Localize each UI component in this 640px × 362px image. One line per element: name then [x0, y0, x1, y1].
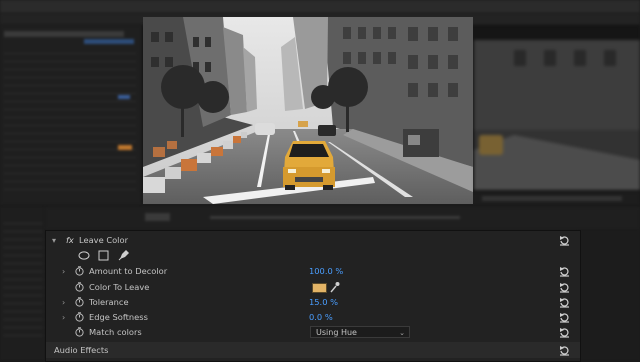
- tolerance-value[interactable]: 15.0 %: [309, 295, 338, 310]
- property-label: Match colors: [89, 327, 142, 337]
- edge-softness-value[interactable]: 0.0 %: [309, 310, 333, 325]
- timeline-right-bg: [579, 230, 640, 360]
- stopwatch-icon[interactable]: [75, 266, 84, 276]
- stopwatch-icon[interactable]: [75, 282, 84, 292]
- fx-badge[interactable]: fx: [66, 233, 74, 248]
- property-row-tolerance: › Tolerance 15.0 %: [46, 295, 580, 310]
- timeline-bg: [45, 207, 640, 230]
- dropdown-value: Using Hue: [316, 328, 357, 337]
- property-row-match-colors: Match colors Using Hue ⌄: [46, 325, 580, 340]
- project-panel-bg: [0, 207, 45, 360]
- chevron-right-icon[interactable]: ›: [62, 264, 65, 279]
- stopwatch-icon[interactable]: [75, 327, 84, 337]
- effect-header-row[interactable]: ▾ fx Leave Color: [46, 233, 580, 248]
- audio-effects-header[interactable]: Audio Effects: [46, 342, 580, 358]
- property-row-amount-to-decolor: › Amount to Decolor 100.0 %: [46, 264, 580, 279]
- property-label: Color To Leave: [89, 282, 150, 292]
- chevron-right-icon[interactable]: ›: [62, 295, 65, 310]
- eyedropper-icon[interactable]: [329, 281, 340, 293]
- program-monitor-video[interactable]: [143, 17, 473, 204]
- rectangle-mask-icon[interactable]: [98, 250, 109, 261]
- amount-value[interactable]: 100.0 %: [309, 264, 343, 279]
- reset-icon[interactable]: [559, 345, 570, 356]
- chevron-right-icon[interactable]: ›: [62, 310, 65, 325]
- reset-icon[interactable]: [559, 266, 570, 277]
- reset-icon[interactable]: [559, 297, 570, 308]
- secondary-monitor-preview: [474, 40, 640, 190]
- effect-name: Leave Color: [79, 235, 128, 245]
- effect-controls-panel-bg: [0, 25, 142, 205]
- reset-icon[interactable]: [559, 312, 570, 323]
- effect-controls-panel: ▾ fx Leave Color › Amount to Decolor 100…: [45, 230, 581, 362]
- property-label: Edge Softness: [89, 312, 148, 322]
- property-row-color-to-leave: Color To Leave: [46, 280, 580, 295]
- chevron-down-icon: ⌄: [399, 329, 405, 337]
- stopwatch-icon[interactable]: [75, 297, 84, 307]
- property-label: Amount to Decolor: [89, 266, 168, 276]
- chevron-down-icon[interactable]: ▾: [52, 233, 56, 248]
- reset-icon[interactable]: [559, 327, 570, 338]
- mask-tools-row: [46, 248, 580, 263]
- match-colors-dropdown[interactable]: Using Hue ⌄: [310, 326, 410, 338]
- reset-icon[interactable]: [559, 282, 570, 293]
- color-swatch[interactable]: [312, 283, 327, 293]
- property-label: Tolerance: [89, 297, 129, 307]
- audio-effects-label: Audio Effects: [54, 345, 109, 355]
- stopwatch-icon[interactable]: [75, 312, 84, 322]
- top-menu-bar: [0, 0, 640, 13]
- ellipse-mask-icon[interactable]: [78, 251, 90, 260]
- pen-mask-icon[interactable]: [118, 249, 130, 261]
- property-row-edge-softness: › Edge Softness 0.0 %: [46, 310, 580, 325]
- reset-icon[interactable]: [559, 235, 570, 246]
